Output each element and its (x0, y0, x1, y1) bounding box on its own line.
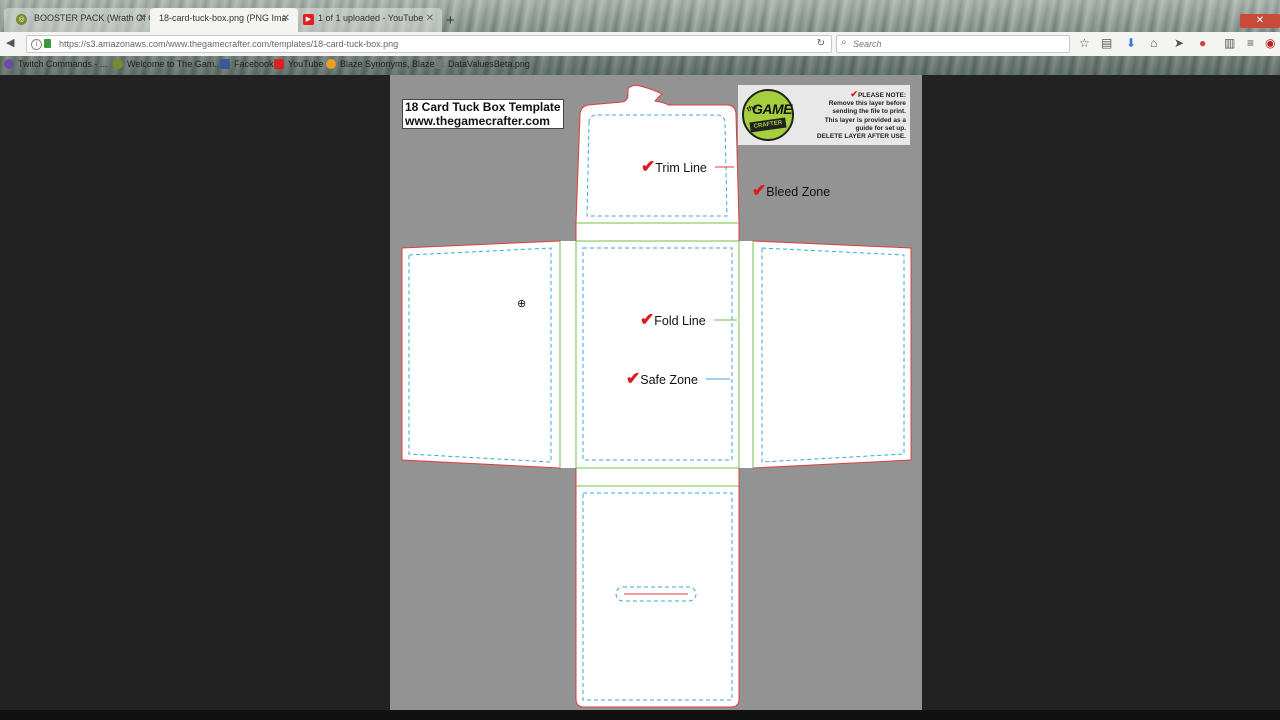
lock-icon (44, 39, 51, 48)
window-close-button[interactable]: ✕ (1240, 14, 1280, 28)
note-line: Remove this layer before (828, 100, 906, 108)
top-tuck-flap (575, 84, 740, 224)
note-line: sending the file to print. (832, 108, 906, 116)
tab-label: 18-card-tuck-box.png (PNG Ima (159, 13, 287, 23)
search-icon: ⌕ (841, 37, 847, 48)
note-line: DELETE LAYER AFTER USE. (816, 133, 906, 141)
menu-icon[interactable]: ≡ (1247, 36, 1254, 50)
checkmark-icon: ✔ (626, 369, 641, 388)
image-file-icon (434, 59, 444, 69)
logo-game: GAME (752, 101, 793, 117)
trim-line-label: Trim Line (655, 161, 707, 175)
address-bar[interactable]: i https://s3.amazonaws.com/www.thegamecr… (26, 35, 832, 53)
game-crafter-logo: the GAME CRAFTER (742, 89, 794, 141)
bookmark-label: Facebook (234, 59, 274, 69)
close-tab-icon[interactable]: ✕ (138, 13, 146, 24)
bookmark-twitch-commands[interactable]: Twitch Commands - ... (4, 59, 108, 69)
new-tab-button[interactable]: + (446, 12, 455, 29)
bookmark-label: YouTube (288, 59, 324, 69)
home-icon[interactable]: ⌂ (1150, 36, 1157, 50)
search-placeholder: Search (853, 39, 882, 49)
tab-youtube-upload[interactable]: ▶ 1 of 1 uploaded - YouTube ✕ (294, 8, 442, 32)
note-heading: PLEASE NOTE: (857, 92, 906, 99)
bookmark-data-values[interactable]: DataValuesBeta.png (434, 59, 530, 69)
bookmark-facebook[interactable]: Facebook (220, 59, 274, 69)
reload-icon[interactable]: ↻ (817, 38, 825, 49)
extension-icon[interactable]: ● (1199, 36, 1206, 50)
ublock-icon[interactable]: ◉ (1265, 36, 1275, 50)
trim-line-callout: ✔Trim Line (641, 157, 707, 177)
game-crafter-favicon-icon: ◎ (16, 14, 27, 25)
bookmark-label: Welcome to The Gam... (127, 59, 222, 69)
download-icon[interactable]: ⬇ (1126, 36, 1136, 50)
clipboard-icon[interactable]: ▥ (1224, 36, 1235, 50)
left-side-panel (401, 240, 561, 469)
bookmarks-bar: Twitch Commands - ... Welcome to The Gam… (0, 56, 1280, 75)
youtube-favicon-icon: ▶ (303, 14, 314, 25)
game-crafter-icon (113, 59, 123, 69)
zoom-cursor-icon: ⊕ (517, 298, 527, 310)
youtube-icon (274, 59, 284, 69)
please-note-box: the GAME CRAFTER ✔PLEASE NOTE: Remove th… (738, 85, 910, 145)
tab-bar: ◎ BOOSTER PACK (Wrath Of C ✕ 18-card-tuc… (0, 8, 1280, 32)
front-panel (576, 241, 739, 468)
tab-booster-pack[interactable]: ◎ BOOSTER PACK (Wrath Of C ✕ (4, 8, 154, 32)
back-panel (575, 485, 740, 708)
back-arrow-icon[interactable]: ◀ (6, 36, 14, 49)
fold-line-callout: ✔Fold Line (640, 310, 706, 330)
url-text: https://s3.amazonaws.com/www.thegamecraf… (59, 39, 399, 49)
bookmark-label: Twitch Commands - ... (18, 59, 108, 69)
bookmark-game-crafter[interactable]: Welcome to The Gam... (113, 59, 222, 69)
send-icon[interactable]: ➤ (1174, 36, 1184, 50)
template-title: 18 Card Tuck Box Template www.thegamecra… (402, 99, 564, 129)
checkmark-icon: ✔ (641, 157, 656, 176)
tab-label: BOOSTER PACK (Wrath Of C (34, 13, 154, 23)
close-tab-icon[interactable]: ✕ (426, 13, 434, 24)
navigation-bar: ◀ i https://s3.amazonaws.com/www.thegame… (0, 32, 1280, 56)
checkmark-icon: ✔ (752, 181, 767, 200)
template-title-line1: 18 Card Tuck Box Template (405, 100, 561, 114)
right-side-panel (752, 240, 912, 469)
blaze-icon (326, 59, 336, 69)
safe-zone-callout: ✔Safe Zone (626, 369, 698, 389)
template-title-line2: www.thegamecrafter.com (405, 114, 550, 128)
info-icon[interactable]: i (31, 39, 42, 50)
bookmark-star-icon[interactable]: ☆ (1079, 36, 1090, 50)
tab-tuck-box-image[interactable]: 18-card-tuck-box.png (PNG Ima ✕ (150, 8, 298, 32)
checkmark-icon: ✔ (850, 89, 858, 99)
bookmark-label: DataValuesBeta.png (448, 59, 530, 69)
please-note-text: ✔PLEASE NOTE: Remove this layer before s… (798, 90, 906, 141)
note-line: guide for set up. (855, 124, 906, 132)
tab-label: 1 of 1 uploaded - YouTube (318, 13, 424, 23)
bookmark-youtube[interactable]: YouTube (274, 59, 323, 69)
fold-line-label: Fold Line (654, 314, 706, 328)
bottom-edge (0, 710, 1280, 720)
template-image: 18 Card Tuck Box Template www.thegamecra… (390, 75, 922, 720)
safe-zone-label: Safe Zone (640, 373, 698, 387)
twitch-icon (4, 59, 14, 69)
close-tab-icon[interactable]: ✕ (282, 13, 290, 24)
browser-chrome: ◎ BOOSTER PACK (Wrath Of C ✕ 18-card-tuc… (0, 0, 1280, 75)
bleed-zone-label: Bleed Zone (766, 185, 831, 199)
search-input[interactable]: ⌕ Search (836, 35, 1070, 53)
bleed-zone-callout: ✔Bleed Zone (752, 181, 830, 201)
reading-list-icon[interactable]: ▤ (1101, 36, 1112, 50)
facebook-icon (220, 59, 230, 69)
logo-crafter: CRAFTER (749, 117, 787, 133)
checkmark-icon: ✔ (640, 310, 655, 329)
bookmark-blaze-synonyms[interactable]: Blaze Synonyms, Blaze ... (326, 59, 445, 69)
note-line: This layer is provided as a (824, 116, 906, 124)
bookmark-label: Blaze Synonyms, Blaze ... (340, 59, 445, 69)
